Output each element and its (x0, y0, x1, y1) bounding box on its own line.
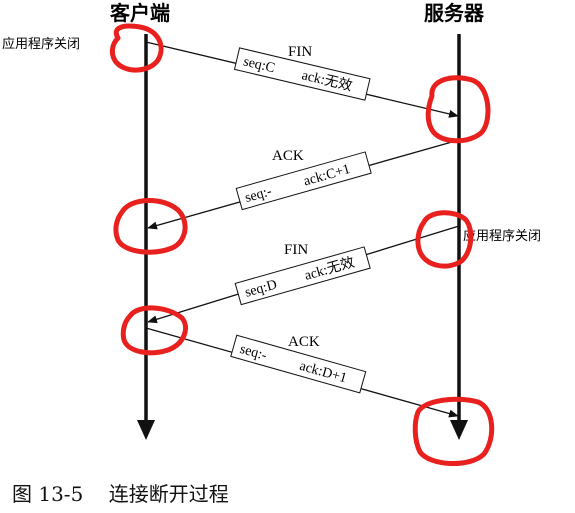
client-timeline-arrowhead (137, 420, 155, 440)
figure-title: 连接断开过程 (108, 482, 229, 506)
msg4-type: ACK (288, 334, 320, 350)
msg2-type: ACK (272, 148, 304, 164)
figure-caption: 图 13-5 连接断开过程 (12, 478, 229, 507)
highlight-ack-received (113, 197, 188, 255)
server-timeline-arrowhead (450, 420, 468, 440)
server-title: 服务器 (424, 1, 485, 25)
msg3-type: FIN (284, 242, 308, 258)
client-title: 客户端 (109, 1, 170, 25)
tcp-close-diagram: 客户端 服务器 应用程序关闭 应用程序关闭 FIN seq:C ack:无效 A… (2, 1, 541, 467)
msg2-box: seq:- ack:C+1 (235, 151, 372, 211)
msg1-type: FIN (288, 44, 312, 60)
figure-number: 图 13-5 (12, 482, 84, 506)
highlight-client-close (109, 23, 164, 73)
client-close-label: 应用程序关闭 (2, 36, 80, 52)
highlight-ack2-received (412, 396, 495, 467)
server-close-label: 应用程序关闭 (463, 228, 541, 244)
